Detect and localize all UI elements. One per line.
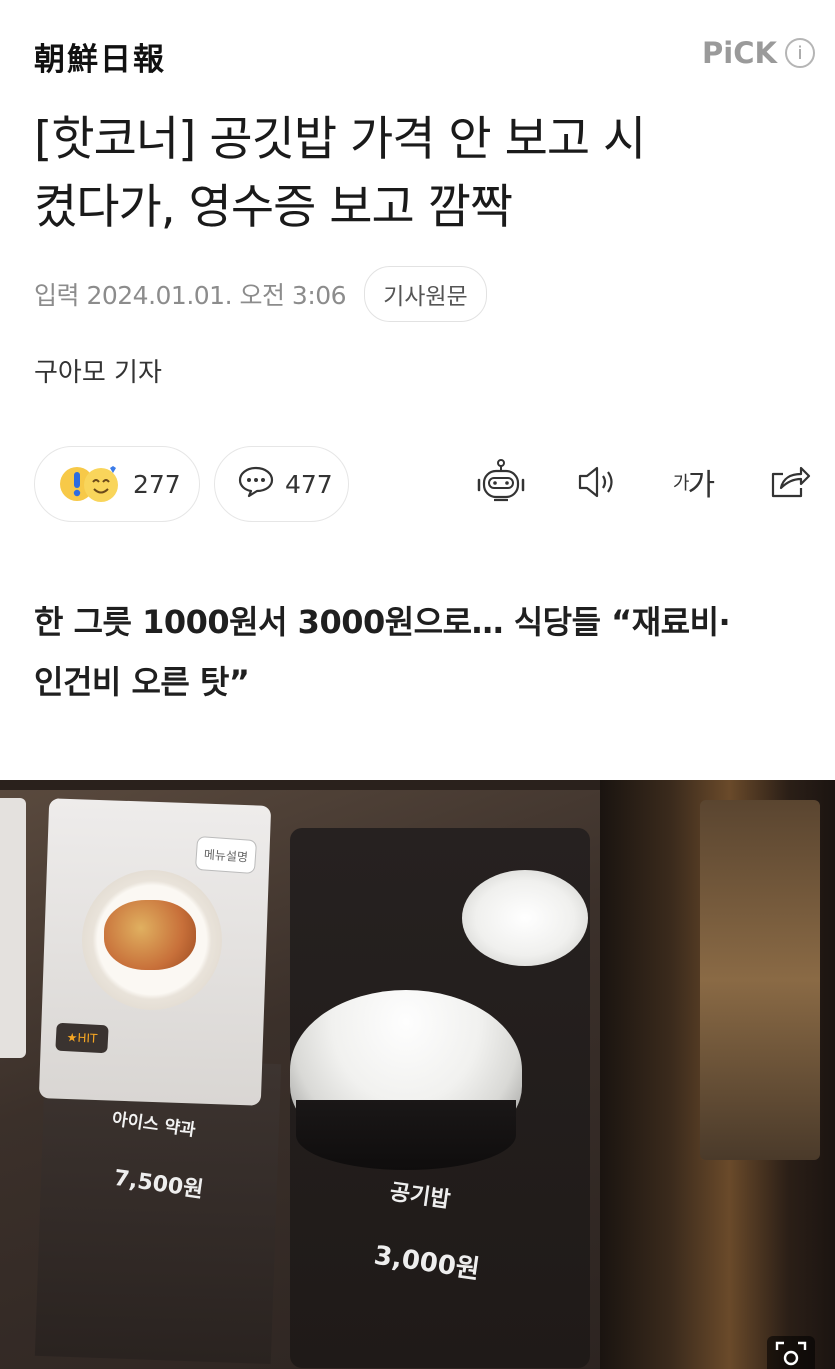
original-article-button[interactable]: 기사원문 bbox=[364, 266, 487, 322]
reaction-button[interactable]: 277 bbox=[34, 446, 200, 522]
menu-description-tag: 메뉴설명 bbox=[194, 835, 258, 875]
article-subtitle: 한 그릇 1000원서 3000원으로… 식당들 “재료비· 인건비 오른 탓” bbox=[34, 592, 814, 712]
yakgwa-food bbox=[104, 900, 196, 970]
expand-icon[interactable] bbox=[767, 1336, 815, 1369]
header: 朝鮮日報 PiCK i bbox=[0, 0, 835, 100]
surprised-smile-emoji-icon bbox=[57, 464, 123, 504]
title-line-1: [핫코너] 공깃밥 가격 안 보고 시 bbox=[34, 112, 646, 167]
font-large-label: 가 bbox=[687, 468, 715, 503]
press-logo[interactable]: 朝鮮日報 bbox=[34, 34, 166, 79]
rice-bowl-base bbox=[296, 1100, 516, 1170]
menu-card-partial bbox=[0, 798, 26, 1058]
font-size-button[interactable]: 가가 bbox=[667, 456, 719, 508]
font-small-label: 가 bbox=[672, 473, 690, 494]
tts-button[interactable] bbox=[571, 456, 623, 508]
reaction-bar: 277 477 bbox=[34, 446, 349, 522]
title-line-2: 켰다가, 영수증 보고 깜짝 bbox=[34, 180, 513, 235]
article-title: [핫코너] 공깃밥 가격 안 보고 시 켰다가, 영수증 보고 깜짝 bbox=[34, 106, 804, 242]
comment-button[interactable]: 477 bbox=[214, 446, 349, 522]
background-window bbox=[700, 800, 820, 1160]
subtitle-line-2: 인건비 오른 탓” bbox=[34, 663, 250, 701]
article-photo[interactable]: 메뉴설명 ★HIT 아이스 약과 7,500원 공기밥 3,000원 bbox=[0, 780, 835, 1369]
robot-icon bbox=[477, 459, 525, 502]
share-button[interactable] bbox=[763, 456, 815, 508]
subtitle-line-1: 한 그릇 1000원서 3000원으로… 식당들 “재료비· bbox=[34, 603, 731, 641]
article-meta: 입력 2024.01.01. 오전 3:06 기사원문 bbox=[34, 266, 487, 322]
reporter-name[interactable]: 구아모 기자 bbox=[34, 352, 162, 389]
info-icon[interactable]: i bbox=[785, 38, 815, 68]
pick-label: PiCK bbox=[702, 36, 777, 70]
rice-spoon bbox=[462, 870, 588, 966]
pick-badge[interactable]: PiCK i bbox=[702, 36, 815, 70]
comment-count: 477 bbox=[285, 469, 333, 499]
hit-badge: ★HIT bbox=[55, 1022, 109, 1054]
summary-robot-button[interactable] bbox=[475, 456, 527, 508]
publish-date: 입력 2024.01.01. 오전 3:06 bbox=[34, 281, 347, 310]
article-tools: 가가 bbox=[475, 456, 815, 508]
speaker-icon bbox=[578, 466, 613, 498]
speech-bubble-icon bbox=[237, 465, 275, 503]
reaction-count: 277 bbox=[133, 469, 181, 499]
share-icon bbox=[771, 466, 811, 498]
